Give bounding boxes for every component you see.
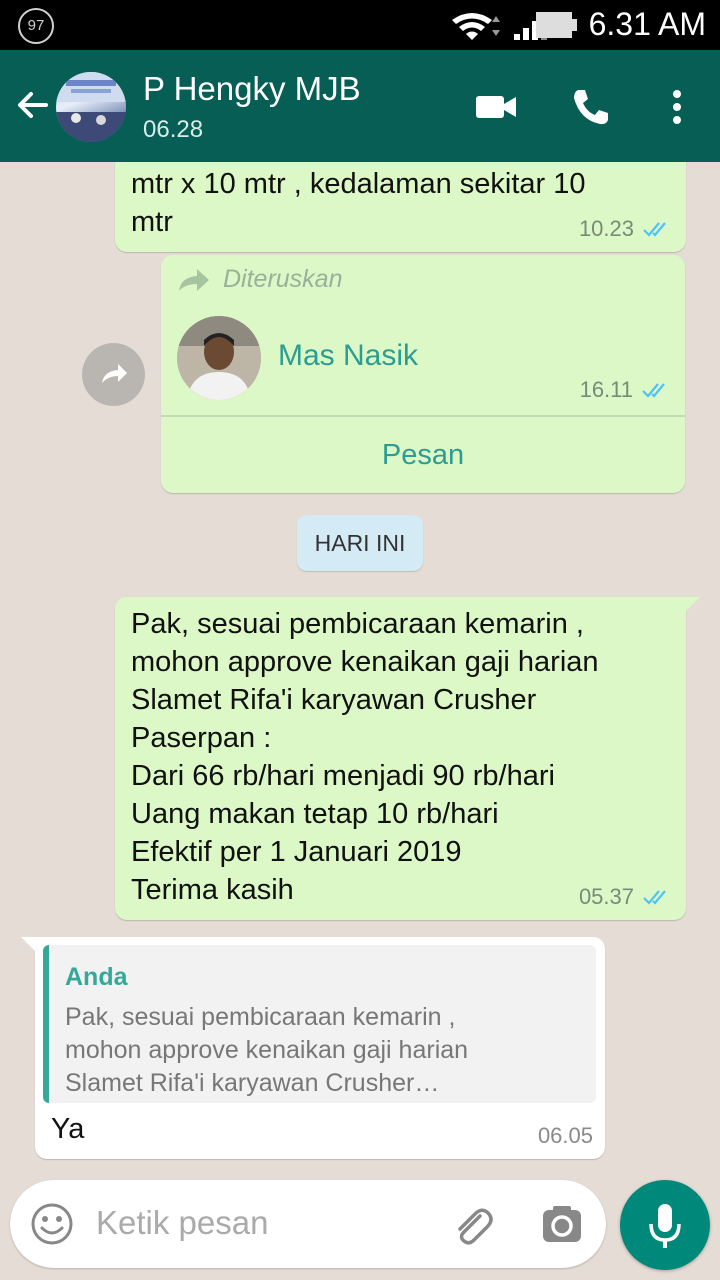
message-line: Efektif per 1 Januari 2019 [131,836,462,868]
quote-line: Slamet Rifa'i karyawan Crusher… [65,1069,440,1097]
contact-avatar[interactable] [56,72,126,142]
quote-author: Anda [65,963,128,991]
contact-name[interactable]: P Hengky MJB [143,70,361,108]
message-time: 16.11 [579,377,633,402]
shared-contact-name[interactable]: Mas Nasik [278,339,418,373]
read-ticks-icon [642,383,665,398]
emoji-icon[interactable] [30,1202,74,1246]
back-arrow-icon[interactable] [12,86,52,126]
forwarded-icon [179,269,209,291]
forward-button[interactable] [82,343,145,406]
quote-line: mohon approve kenaikan gaji harian [65,1036,469,1064]
message-line: Pak, sesuai pembicaraan kemarin , [131,608,584,640]
message-line: Slamet Rifa'i karyawan Crusher [131,684,537,716]
shared-contact-avatar[interactable] [177,316,261,400]
message-line: Uang makan tetap 10 rb/hari [131,798,499,830]
message-line: Terima kasih [131,874,294,906]
message-line: Dari 66 rb/hari menjadi 90 rb/hari [131,760,555,792]
contact-card-bubble[interactable]: Diteruskan Mas Nasik 16.11 Pesan [161,255,685,493]
message-input[interactable]: Ketik pesan [96,1204,268,1242]
attachment-icon[interactable] [450,1202,496,1248]
message-contact-button[interactable]: Pesan [161,417,685,493]
camera-icon[interactable] [540,1202,584,1246]
bubble-tail [684,597,700,613]
chat-area[interactable]: mtr x 10 mtr , kedalaman sekitar 10 mtr … [0,162,720,1180]
message-time: 06.05 [537,1123,593,1148]
battery-level-indicator: 97 [18,8,54,44]
quote-line: Pak, sesuai pembicaraan kemarin , [65,1003,456,1031]
message-time: 05.37 [578,884,634,909]
voice-record-button[interactable] [620,1180,710,1270]
quoted-message[interactable]: Anda Pak, sesuai pembicaraan kemarin , m… [43,945,596,1103]
more-options-icon[interactable] [654,84,700,130]
message-bubble[interactable]: Pak, sesuai pembicaraan kemarin , mohon … [115,597,700,920]
message-line: Paserpan : [131,722,272,754]
status-bar: 97 6.31 AM [0,0,720,50]
message-text: mtr [131,206,173,238]
message-line: mohon approve kenaikan gaji harian [131,646,599,678]
message-bubble[interactable]: mtr x 10 mtr , kedalaman sekitar 10 mtr … [115,162,686,252]
read-ticks-icon [643,222,666,237]
incoming-message-bubble[interactable]: Anda Pak, sesuai pembicaraan kemarin , m… [21,937,605,1159]
message-input-bar[interactable]: Ketik pesan [10,1180,606,1268]
battery-icon [536,12,577,38]
phone-call-icon[interactable] [568,84,614,130]
bubble-tail [21,937,37,953]
wifi-icon [452,13,492,40]
forwarded-label: Diteruskan [223,265,343,293]
video-call-icon[interactable] [473,84,519,130]
forward-icon [102,364,127,383]
avatar-image [56,72,126,142]
data-arrows-icon [492,16,500,36]
person-photo [177,316,261,400]
last-seen-status: 06.28 [143,116,204,143]
chat-header: P Hengky MJB 06.28 [0,50,720,162]
message-text: mtr x 10 mtr , kedalaman sekitar 10 [131,168,586,200]
microphone-icon [649,1204,681,1248]
read-ticks-icon [643,890,666,905]
date-separator: HARI INI [297,515,423,571]
clock: 6.31 AM [588,6,706,42]
message-text: Ya [51,1113,85,1145]
message-time: 10.23 [578,216,634,241]
